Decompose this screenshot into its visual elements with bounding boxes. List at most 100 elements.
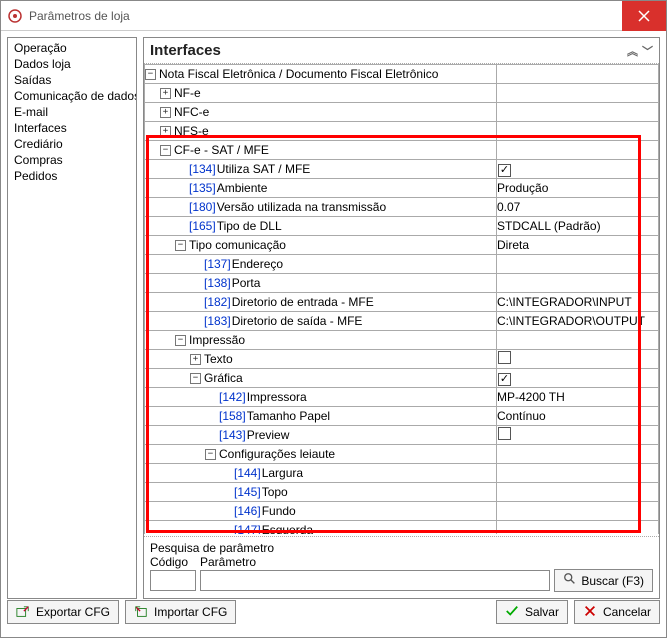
table-row[interactable]: [142]Impressora MP-4200 TH	[145, 388, 659, 407]
checkbox[interactable]	[498, 373, 511, 386]
param-code: [134]	[189, 162, 216, 176]
param-value[interactable]: MP-4200 TH	[497, 388, 659, 407]
param-value[interactable]	[497, 331, 659, 350]
app-icon	[7, 8, 23, 24]
search-icon	[563, 572, 577, 589]
checkbox[interactable]	[498, 427, 511, 440]
collapse-icon[interactable]: −	[205, 449, 216, 460]
param-value[interactable]	[497, 274, 659, 293]
sidebar-item[interactable]: Operação	[12, 40, 132, 56]
table-row[interactable]: +NFC-e	[145, 103, 659, 122]
table-row[interactable]: [180]Versão utilizada na transmissão0.07	[145, 198, 659, 217]
codigo-input[interactable]	[150, 570, 196, 591]
param-value[interactable]	[497, 350, 659, 369]
param-value[interactable]: 0.07	[497, 198, 659, 217]
param-value[interactable]	[497, 65, 659, 84]
table-row[interactable]: +Texto	[145, 350, 659, 369]
sidebar-item[interactable]: Comunicação de dados	[12, 88, 132, 104]
collapse-icon[interactable]: −	[175, 335, 186, 346]
table-row[interactable]: +NFS-e	[145, 122, 659, 141]
table-row[interactable]: +NF-e	[145, 84, 659, 103]
param-value[interactable]	[497, 160, 659, 179]
table-row[interactable]: −Tipo comunicaçãoDireta	[145, 236, 659, 255]
param-label: Topo	[262, 485, 288, 499]
table-row[interactable]: [182]Diretorio de entrada - MFEC:\INTEGR…	[145, 293, 659, 312]
param-value[interactable]	[497, 369, 659, 388]
param-label: Porta	[232, 276, 261, 290]
table-row[interactable]: [144]Largura	[145, 464, 659, 483]
param-label: Fundo	[262, 504, 296, 518]
table-row[interactable]: [143]Preview	[145, 426, 659, 445]
param-value[interactable]	[497, 84, 659, 103]
checkbox[interactable]	[498, 164, 511, 177]
table-row[interactable]: −CF-e - SAT / MFE	[145, 141, 659, 160]
param-value[interactable]	[497, 445, 659, 464]
sidebar-item[interactable]: Saídas	[12, 72, 132, 88]
param-value[interactable]	[497, 103, 659, 122]
param-value[interactable]	[497, 255, 659, 274]
table-row[interactable]: −Impressão	[145, 331, 659, 350]
param-label: Diretorio de entrada - MFE	[232, 295, 374, 309]
param-value[interactable]: C:\INTEGRADOR\OUTPUT	[497, 312, 659, 331]
param-value[interactable]	[497, 141, 659, 160]
param-value[interactable]: Produção	[497, 179, 659, 198]
param-value[interactable]: Contínuo	[497, 407, 659, 426]
table-row[interactable]: −Configurações leiaute	[145, 445, 659, 464]
table-row[interactable]: [138]Porta	[145, 274, 659, 293]
param-code: [147]	[234, 523, 261, 534]
param-value[interactable]	[497, 122, 659, 141]
param-input[interactable]	[200, 570, 550, 591]
cancel-button[interactable]: Cancelar	[574, 600, 660, 624]
param-label: Gráfica	[204, 371, 243, 385]
param-label: Ambiente	[217, 181, 268, 195]
save-button[interactable]: Salvar	[496, 600, 568, 624]
table-row[interactable]: [135]AmbienteProdução	[145, 179, 659, 198]
table-row[interactable]: [145]Topo	[145, 483, 659, 502]
cancel-label: Cancelar	[603, 605, 651, 619]
expand-icon[interactable]: +	[160, 126, 171, 137]
param-value[interactable]: C:\INTEGRADOR\INPUT	[497, 293, 659, 312]
checkbox[interactable]	[498, 351, 511, 364]
param-value[interactable]	[497, 426, 659, 445]
param-label: Diretorio de saída - MFE	[232, 314, 363, 328]
table-row[interactable]: [165]Tipo de DLLSTDCALL (Padrão)	[145, 217, 659, 236]
table-row[interactable]: [137]Endereço	[145, 255, 659, 274]
param-value[interactable]	[497, 483, 659, 502]
param-value[interactable]	[497, 502, 659, 521]
table-row[interactable]: [183]Diretorio de saída - MFEC:\INTEGRAD…	[145, 312, 659, 331]
sidebar-item[interactable]: Pedidos	[12, 168, 132, 184]
sidebar-item[interactable]: Dados loja	[12, 56, 132, 72]
chevron-up-down-icon[interactable]: ︽	[627, 43, 638, 59]
close-button[interactable]	[622, 1, 666, 31]
import-cfg-button[interactable]: Importar CFG	[125, 600, 236, 624]
sidebar-item[interactable]: E-mail	[12, 104, 132, 120]
table-row[interactable]: [147]Esquerda	[145, 521, 659, 535]
table-row[interactable]: [158]Tamanho PapelContínuo	[145, 407, 659, 426]
param-label: Impressora	[247, 390, 307, 404]
expand-icon[interactable]: +	[160, 107, 171, 118]
table-row[interactable]: −Gráfica	[145, 369, 659, 388]
expand-icon[interactable]: +	[190, 354, 201, 365]
search-button[interactable]: Buscar (F3)	[554, 569, 653, 592]
param-value[interactable]	[497, 521, 659, 535]
table-row[interactable]: [134]Utiliza SAT / MFE	[145, 160, 659, 179]
collapse-icon[interactable]: −	[160, 145, 171, 156]
param-value[interactable]: STDCALL (Padrão)	[497, 217, 659, 236]
param-code: [142]	[219, 390, 246, 404]
footer: Exportar CFG Importar CFG Salvar Cancela…	[1, 599, 666, 629]
collapse-icon[interactable]: −	[175, 240, 186, 251]
table-row[interactable]: [146]Fundo	[145, 502, 659, 521]
expand-icon[interactable]: +	[160, 88, 171, 99]
param-value[interactable]	[497, 464, 659, 483]
sidebar-item[interactable]: Interfaces	[12, 120, 132, 136]
collapse-icon[interactable]: −	[190, 373, 201, 384]
table-row[interactable]: −Nota Fiscal Eletrônica / Documento Fisc…	[145, 65, 659, 84]
export-cfg-button[interactable]: Exportar CFG	[7, 600, 119, 624]
chevron-down-icon[interactable]: ﹀	[642, 43, 653, 59]
sidebar-item[interactable]: Compras	[12, 152, 132, 168]
sidebar-item[interactable]: Crediário	[12, 136, 132, 152]
collapse-icon[interactable]: −	[145, 69, 156, 80]
parameter-tree[interactable]: −Nota Fiscal Eletrônica / Documento Fisc…	[144, 64, 659, 534]
param-code: [138]	[204, 276, 231, 290]
param-value[interactable]: Direta	[497, 236, 659, 255]
